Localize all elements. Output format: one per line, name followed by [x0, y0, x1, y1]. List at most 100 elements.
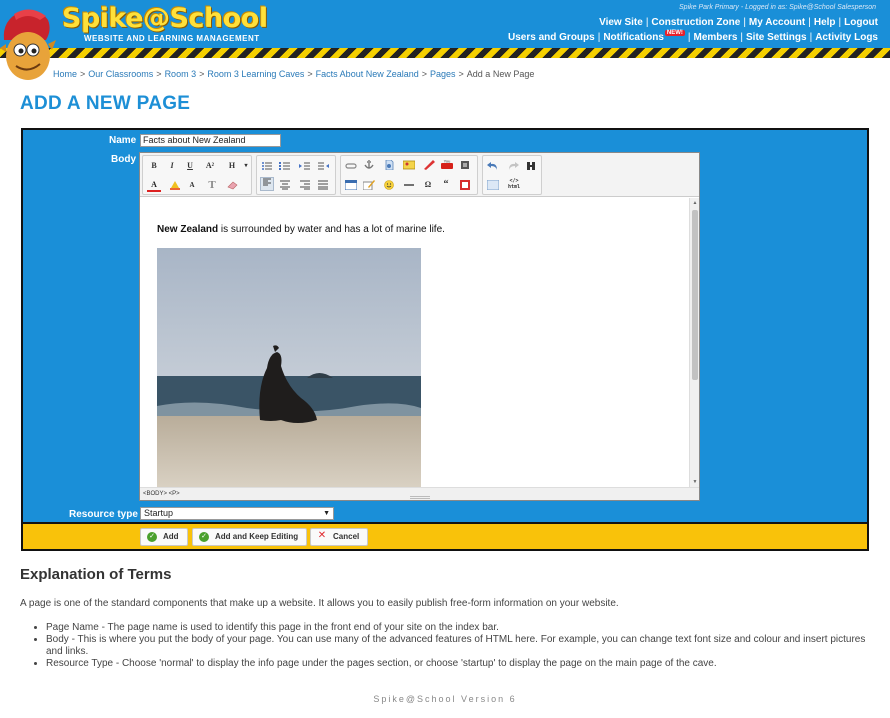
rich-text-editor: B I U A² H ▾ A A T You Ω “ </> html New … [139, 152, 700, 501]
outdent-icon[interactable] [317, 161, 329, 171]
page-title: ADD A NEW PAGE [20, 93, 191, 114]
html-icon[interactable]: </> html [505, 178, 523, 192]
eraser-icon[interactable] [227, 180, 239, 190]
dropdown-caret-icon: ▼ [323, 510, 330, 517]
text-color-icon[interactable]: A [147, 178, 161, 192]
italic-icon[interactable]: I [165, 159, 179, 173]
site-logo[interactable]: Spike@School WEBSITE AND LEARNING MANAGE… [62, 3, 268, 44]
pen-icon[interactable] [423, 160, 435, 170]
nav-activity-logs[interactable]: Activity Logs [815, 32, 878, 43]
check-icon: ✓ [199, 532, 209, 542]
breadcrumb-home[interactable]: Home [53, 69, 77, 79]
explanation-intro: A page is one of the standard components… [20, 598, 619, 609]
underline-icon[interactable]: U [183, 159, 197, 173]
heading-icon[interactable]: H [225, 159, 239, 173]
action-bar: ✓ Add ✓ Add and Keep Editing ✕ Cancel [21, 524, 869, 551]
breadcrumb-pages[interactable]: Pages [430, 69, 456, 79]
breadcrumb-current: Add a New Page [466, 69, 535, 79]
cancel-button[interactable]: ✕ Cancel [310, 528, 369, 546]
pdf-icon[interactable] [459, 180, 471, 190]
numbered-list-icon[interactable] [279, 161, 291, 171]
nav-my-account[interactable]: My Account [749, 17, 805, 28]
breadcrumb: Home > Our Classrooms > Room 3 > Room 3 Learni… [53, 69, 535, 79]
editor-toolbar: B I U A² H ▾ A A T You Ω “ </> html [140, 153, 699, 197]
nav-help[interactable]: Help [814, 17, 836, 28]
seal-photo[interactable] [157, 248, 421, 487]
indent-icon[interactable] [299, 161, 311, 171]
explanation-title: Explanation of Terms [20, 566, 172, 583]
add-page-form: Name Facts about New Zealand Body B I U … [21, 128, 869, 524]
justify-icon[interactable] [317, 180, 329, 190]
editor-status-bar: <BODY> <P> [140, 487, 699, 500]
redo-icon[interactable] [507, 161, 519, 171]
align-left-icon[interactable] [260, 177, 274, 191]
resource-type-select[interactable]: Startup ▼ [140, 507, 334, 520]
name-label: Name [109, 135, 137, 146]
toolbar-group-format: B I U A² H ▾ A A T [142, 155, 252, 195]
youtube-icon[interactable]: You [441, 159, 453, 169]
resource-type-label: Resource type [69, 509, 138, 520]
undo-icon[interactable] [487, 161, 499, 171]
list-item: Resource Type - Choose 'normal' to displ… [46, 658, 866, 670]
close-icon: ✕ [317, 530, 327, 541]
breadcrumb-our-classrooms[interactable]: Our Classrooms [88, 69, 153, 79]
nav-members[interactable]: Members [694, 32, 738, 43]
body-label: Body [111, 154, 136, 165]
list-item: Page Name - The page name is used to ide… [46, 622, 866, 634]
element-path[interactable]: <BODY> <P> [143, 491, 180, 497]
toolbar-group-insert: You Ω “ [340, 155, 478, 195]
quote-icon[interactable]: “ [439, 178, 453, 192]
nav-logout[interactable]: Logout [844, 17, 878, 28]
breadcrumb-learning-caves[interactable]: Room 3 Learning Caves [207, 69, 304, 79]
bold-icon[interactable]: B [147, 159, 161, 173]
edit-icon[interactable] [363, 180, 375, 190]
horizontal-rule-icon[interactable] [403, 180, 415, 190]
emoji-icon[interactable] [383, 180, 395, 190]
font-icon[interactable]: A [185, 178, 199, 192]
list-item: Body - This is where you put the body of… [46, 634, 866, 658]
bullet-list-icon[interactable] [261, 161, 273, 171]
omega-icon[interactable]: Ω [421, 178, 435, 192]
nav-notifications[interactable]: Notifications [603, 32, 664, 43]
highlight-icon[interactable] [169, 180, 181, 190]
anchor-icon[interactable] [363, 160, 375, 170]
add-keep-editing-button[interactable]: ✓ Add and Keep Editing [192, 528, 308, 546]
image-icon[interactable] [403, 160, 415, 170]
nav-users-groups[interactable]: Users and Groups [508, 32, 595, 43]
site-header: Spike Park Primary - Logged in as: Spike… [0, 0, 890, 58]
resize-handle[interactable] [410, 496, 430, 499]
link-icon[interactable] [345, 161, 357, 171]
editor-scrollbar[interactable]: ▲ ▼ [689, 198, 699, 487]
explanation-list: Page Name - The page name is used to ide… [46, 622, 866, 670]
editor-content-area[interactable]: New Zealand is surrounded by water and h… [140, 198, 688, 487]
body-paragraph: New Zealand is surrounded by water and h… [157, 224, 445, 235]
align-right-icon[interactable] [299, 180, 311, 190]
align-center-icon[interactable] [279, 180, 291, 190]
login-info: Spike Park Primary - Logged in as: Spike… [679, 4, 876, 11]
top-nav-secondary: Users and Groups | Notifications NEW! | Membe… [508, 30, 878, 43]
file-icon[interactable] [383, 160, 395, 170]
toolbar-group-paragraph [256, 155, 336, 195]
nav-view-site[interactable]: View Site [599, 17, 643, 28]
table-icon[interactable] [345, 180, 357, 190]
find-icon[interactable] [525, 161, 537, 171]
logo-subtitle: WEBSITE AND LEARNING MANAGEMENT [84, 34, 260, 43]
name-input[interactable]: Facts about New Zealand [140, 134, 281, 147]
scroll-down-icon[interactable]: ▼ [692, 479, 698, 485]
add-button[interactable]: ✓ Add [140, 528, 188, 546]
breadcrumb-room-3[interactable]: Room 3 [165, 69, 197, 79]
scroll-thumb[interactable] [692, 210, 698, 380]
preview-icon[interactable] [487, 180, 499, 190]
superscript-icon[interactable]: A² [201, 159, 219, 173]
text-style-icon[interactable]: T [205, 178, 219, 192]
scroll-up-icon[interactable]: ▲ [692, 200, 698, 206]
heading-dropdown-icon[interactable]: ▾ [239, 159, 253, 173]
svg-text:You: You [444, 159, 451, 164]
breadcrumb-facts-nz[interactable]: Facts About New Zealand [316, 69, 419, 79]
media-icon[interactable] [459, 160, 471, 170]
nav-site-settings[interactable]: Site Settings [746, 32, 807, 43]
nav-construction-zone[interactable]: Construction Zone [651, 17, 740, 28]
footer-version: Spike@School Version 6 [373, 694, 517, 704]
logo-text: Spike@School [62, 3, 268, 34]
hazard-stripe [0, 48, 890, 58]
